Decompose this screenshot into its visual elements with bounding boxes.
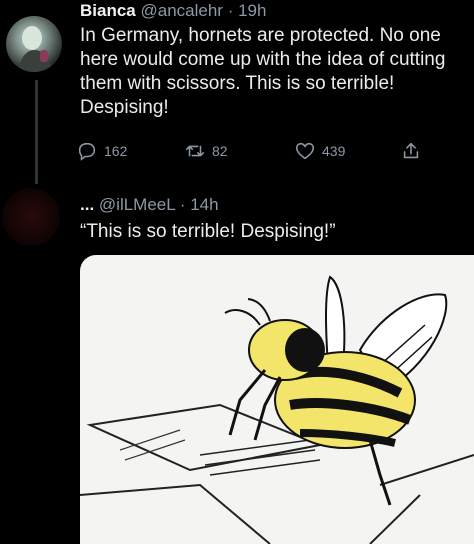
tweet-text: In Germany, hornets are protected. No on… — [80, 25, 446, 118]
like-count: 439 — [322, 143, 346, 159]
display-name[interactable]: Bianca — [80, 1, 136, 20]
avatar[interactable] — [6, 16, 62, 72]
reply-avatar[interactable] — [2, 188, 60, 246]
separator: · — [227, 1, 234, 20]
reply-handle[interactable]: @ilLMeeL — [99, 195, 175, 214]
retweet-count: 82 — [212, 143, 228, 159]
like-button[interactable]: 439 — [294, 140, 345, 162]
share-icon — [403, 142, 419, 159]
reply-icon — [78, 142, 96, 161]
share-button[interactable] — [400, 140, 422, 162]
tweet[interactable]: Bianca @ancalehr · 19h In Germany, horne… — [80, 0, 472, 120]
avatar-photo — [18, 26, 52, 72]
reply-timestamp[interactable]: 14h — [190, 195, 218, 214]
reply-separator: · — [179, 195, 186, 214]
tweet-header: Bianca @ancalehr · 19h — [80, 0, 472, 22]
retweet-icon — [185, 145, 205, 157]
reply-tweet[interactable]: ... @ilLMeeL · 14h “This is so terrible!… — [80, 194, 472, 244]
attached-image[interactable] — [80, 255, 474, 544]
timestamp[interactable]: 19h — [238, 1, 266, 20]
reply-count: 162 — [104, 143, 128, 159]
thread-line — [35, 80, 38, 184]
reply-display-name[interactable]: ... — [80, 195, 94, 214]
tweet-actions: 162 82 439 — [76, 140, 436, 162]
reply-button[interactable]: 162 — [76, 140, 127, 162]
heart-icon — [295, 142, 315, 160]
reply-text: “This is so terrible! Despising!” — [80, 221, 336, 242]
retweet-button[interactable]: 82 — [184, 140, 228, 162]
handle[interactable]: @ancalehr — [140, 1, 222, 20]
hornet-drawing — [80, 275, 474, 544]
reply-header: ... @ilLMeeL · 14h — [80, 194, 472, 216]
